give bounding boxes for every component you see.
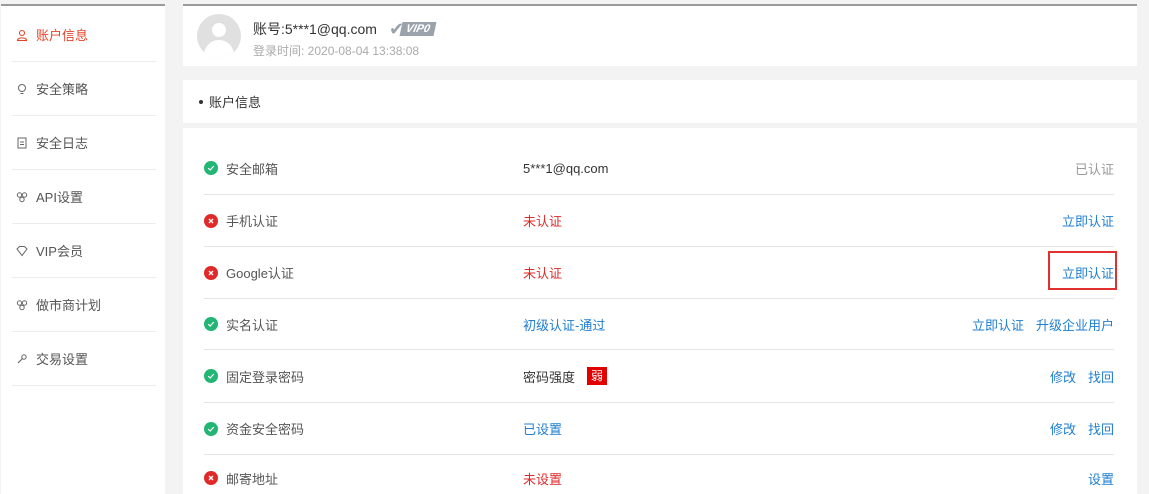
user-icon	[16, 29, 28, 41]
section-title: 账户信息	[209, 95, 262, 110]
row-value: 5***1@qq.com	[523, 160, 609, 176]
document-icon	[16, 137, 28, 149]
sidebar-item-label: 交易设置	[36, 352, 89, 367]
sidebar-item-trade-settings[interactable]: 交易设置	[12, 332, 156, 386]
account-email: 5***1@qq.com	[284, 21, 377, 37]
modify-fund-password-link[interactable]: 修改	[1050, 419, 1076, 438]
set-address-link[interactable]: 设置	[1088, 469, 1114, 488]
row-value: 初级认证-通过	[523, 317, 606, 333]
password-strength-label: 密码强度	[523, 369, 576, 385]
row-label: 安全邮箱	[226, 161, 279, 177]
recover-fund-password-link[interactable]: 找回	[1088, 419, 1114, 438]
sidebar-item-vip[interactable]: VIP会员	[12, 224, 156, 278]
list-item: 邮寄地址 未设置 设置	[204, 455, 1114, 494]
row-label: 手机认证	[226, 214, 279, 229]
sidebar: 账户信息 安全策略 安全日志 API设置 VIP会员 做市商计划 交易设置	[1, 4, 165, 494]
row-label: 资金安全密码	[226, 422, 305, 437]
row-value: 已设置	[523, 422, 563, 437]
wrench-icon	[16, 353, 28, 365]
check-icon	[204, 421, 218, 436]
error-icon	[204, 265, 218, 280]
list-item: 固定登录密码 密码强度 弱 修改 找回	[204, 350, 1114, 403]
account-line: 账号: 5***1@qq.com ✔ VIP0	[253, 19, 437, 39]
row-actions: 立即认证	[1050, 211, 1114, 230]
verify-phone-link[interactable]: 立即认证	[1062, 211, 1114, 230]
lightbulb-icon	[16, 83, 28, 95]
list-item: 实名认证 初级认证-通过 立即认证 升级企业用户	[204, 299, 1114, 350]
section-title-card: 账户信息	[183, 80, 1137, 123]
row-value: 未认证	[523, 266, 563, 281]
list-item: Google认证 未认证 立即认证	[204, 247, 1114, 299]
check-icon	[204, 369, 218, 383]
row-value: 未设置	[523, 471, 563, 487]
sidebar-item-label: API设置	[36, 190, 83, 205]
error-icon	[204, 213, 218, 228]
vip-badge: ✔ VIP0	[389, 19, 437, 39]
sidebar-item-label: 账户信息	[36, 28, 89, 43]
sidebar-item-security-policy[interactable]: 安全策略	[12, 62, 156, 116]
avatar	[197, 14, 241, 58]
account-header: 账号: 5***1@qq.com ✔ VIP0 登录时间: 2020-08-04…	[183, 4, 1137, 66]
sidebar-item-label: 安全策略	[36, 82, 89, 97]
sidebar-item-market-maker[interactable]: 做市商计划	[12, 278, 156, 332]
row-value: 密码强度 弱	[523, 367, 608, 386]
row-actions: 设置	[1076, 469, 1114, 488]
market-maker-icon	[16, 299, 28, 311]
row-actions: 修改 找回	[1038, 367, 1114, 386]
list-item: 安全邮箱 5***1@qq.com 已认证	[204, 142, 1114, 195]
sidebar-item-account-info[interactable]: 账户信息	[12, 8, 156, 62]
list-item: 资金安全密码 已设置 修改 找回	[204, 403, 1114, 455]
row-label: 固定登录密码	[226, 369, 305, 385]
sidebar-item-label: 做市商计划	[36, 298, 102, 313]
upgrade-enterprise-link[interactable]: 升级企业用户	[1036, 315, 1114, 334]
row-actions: 立即认证	[1050, 263, 1114, 282]
row-label: 实名认证	[226, 317, 279, 333]
recover-login-password-link[interactable]: 找回	[1088, 367, 1114, 386]
security-settings-list: 安全邮箱 5***1@qq.com 已认证 手机认证 未认证 立即认证 Goog…	[183, 128, 1137, 494]
list-item: 手机认证 未认证 立即认证	[204, 195, 1114, 247]
password-strength-badge: 弱	[587, 367, 608, 385]
diamond-icon	[16, 245, 28, 257]
sidebar-item-security-log[interactable]: 安全日志	[12, 116, 156, 170]
error-icon	[204, 471, 218, 485]
check-icon	[204, 317, 218, 331]
check-icon	[204, 161, 218, 175]
verify-google-link[interactable]: 立即认证	[1062, 263, 1114, 282]
bullet-icon	[199, 99, 203, 104]
row-actions: 已认证	[1075, 159, 1114, 178]
sidebar-item-api-settings[interactable]: API设置	[12, 170, 156, 224]
api-icon	[16, 191, 28, 203]
row-actions: 立即认证 升级企业用户	[960, 315, 1114, 334]
modify-login-password-link[interactable]: 修改	[1050, 367, 1076, 386]
row-actions: 修改 找回	[1038, 419, 1114, 438]
vip-level: VIP0	[399, 22, 437, 36]
sidebar-item-label: 安全日志	[36, 136, 89, 151]
row-label: 邮寄地址	[226, 471, 279, 487]
verify-identity-link[interactable]: 立即认证	[972, 315, 1024, 334]
login-time: 登录时间: 2020-08-04 13:38:08	[253, 44, 420, 58]
account-prefix: 账号:	[253, 21, 285, 37]
sidebar-item-label: VIP会员	[36, 244, 83, 259]
row-label: Google认证	[226, 266, 294, 281]
verified-status: 已认证	[1074, 161, 1114, 177]
row-value: 未认证	[523, 214, 563, 229]
